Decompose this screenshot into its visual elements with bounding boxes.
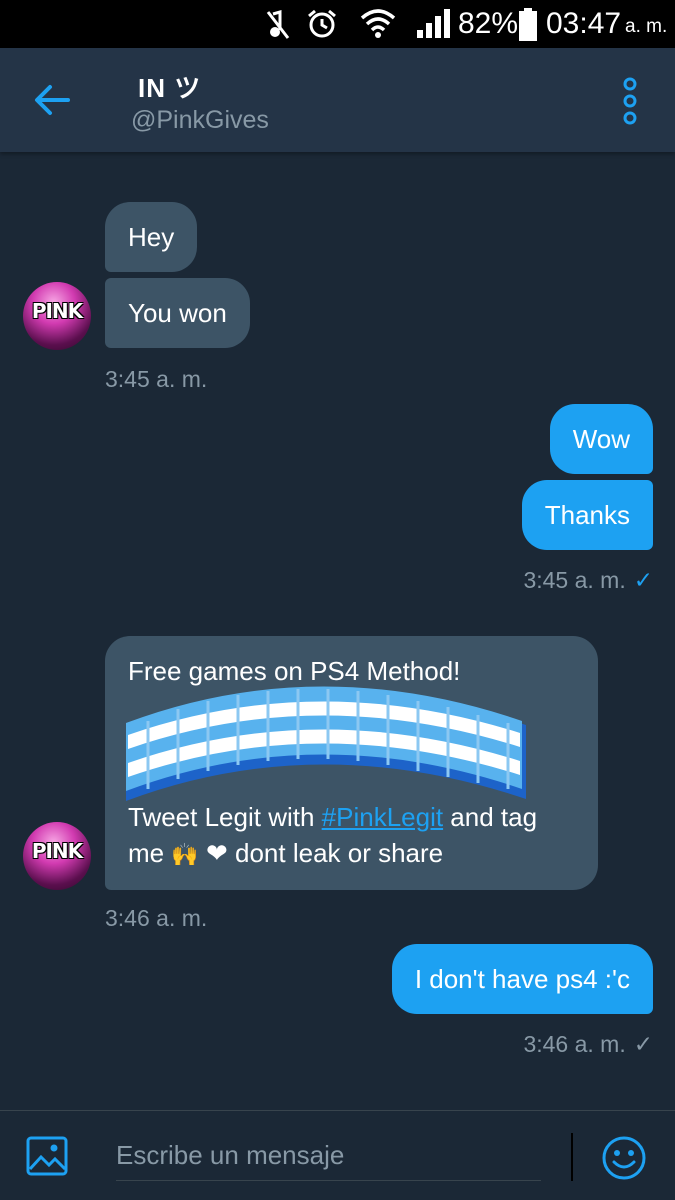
wifi-icon (360, 9, 396, 38)
mute-icon (266, 10, 290, 39)
incoming-message[interactable]: Free games on PS4 Method! Tweet Legit wi… (105, 636, 598, 890)
status-bar: 82% 03:47 a. m. (0, 0, 675, 48)
hashtag-link[interactable]: #PinkLegit (322, 802, 443, 832)
message-text-line: Tweet Legit with #PinkLegit and tag (128, 799, 575, 835)
message-text: Tweet Legit with (128, 802, 322, 832)
message-text: Hey (128, 222, 175, 252)
timestamp-text: 3:46 a. m. (523, 1031, 626, 1057)
avatar-label: PINK (31, 839, 83, 863)
timestamp-text: 3:45 a. m. (523, 567, 626, 593)
message-text: I don't have ps4 :'c (414, 964, 630, 994)
avatar[interactable]: PINK (23, 282, 91, 350)
message-text: me (128, 838, 172, 868)
message-text-line: me 🙌 ❤ dont leak or share (128, 835, 575, 874)
message-text: Wow (572, 424, 630, 454)
clock: 03:47 (546, 7, 622, 40)
message-input[interactable] (116, 1131, 541, 1181)
message-timestamp: 3:46 a. m. ✓ (523, 1031, 653, 1058)
conversation-header: IN ツ @PinkGives (0, 48, 675, 152)
clock-ampm: a. m. (625, 16, 668, 37)
outgoing-message[interactable]: Thanks (521, 480, 653, 550)
message-timestamp: 3:45 a. m. ✓ (523, 567, 653, 594)
message-timestamp: 3:45 a. m. (105, 366, 207, 393)
message-text: dont leak or share (227, 838, 444, 868)
signal-icon (417, 9, 450, 38)
outgoing-message[interactable]: Wow (549, 404, 653, 474)
avatar[interactable]: PINK (23, 822, 91, 890)
timestamp-text: 3:45 a. m. (105, 366, 208, 392)
avatar-label: PINK (31, 299, 83, 323)
alarm-icon (308, 9, 336, 38)
battery-icon (519, 8, 537, 41)
divider (571, 1133, 573, 1181)
sent-check-icon: ✓ (633, 1031, 653, 1057)
contact-name[interactable]: IN ツ (138, 68, 201, 105)
emoji-icon[interactable] (601, 1135, 647, 1181)
incoming-message[interactable]: You won (105, 278, 250, 348)
raised-hands-emoji: 🙌 (171, 843, 199, 868)
blue-striped-band-emoji (126, 686, 526, 801)
message-text: and tag (443, 802, 538, 832)
message-composer (0, 1110, 675, 1200)
message-timestamp: 3:46 a. m. (105, 905, 207, 932)
incoming-message[interactable]: Hey (105, 202, 198, 272)
image-icon[interactable] (25, 1135, 69, 1177)
contact-handle[interactable]: @PinkGives (131, 106, 269, 135)
message-text: You won (128, 298, 227, 328)
back-arrow-icon[interactable] (28, 78, 76, 122)
heart-emoji: ❤ (205, 839, 228, 869)
timestamp-text: 3:46 a. m. (105, 905, 208, 931)
message-text: Thanks (544, 500, 630, 530)
outgoing-message[interactable]: I don't have ps4 :'c (391, 944, 653, 1014)
more-vertical-icon[interactable] (612, 76, 648, 126)
battery-percent: 82% (458, 7, 519, 40)
read-check-icon: ✓ (633, 567, 653, 593)
